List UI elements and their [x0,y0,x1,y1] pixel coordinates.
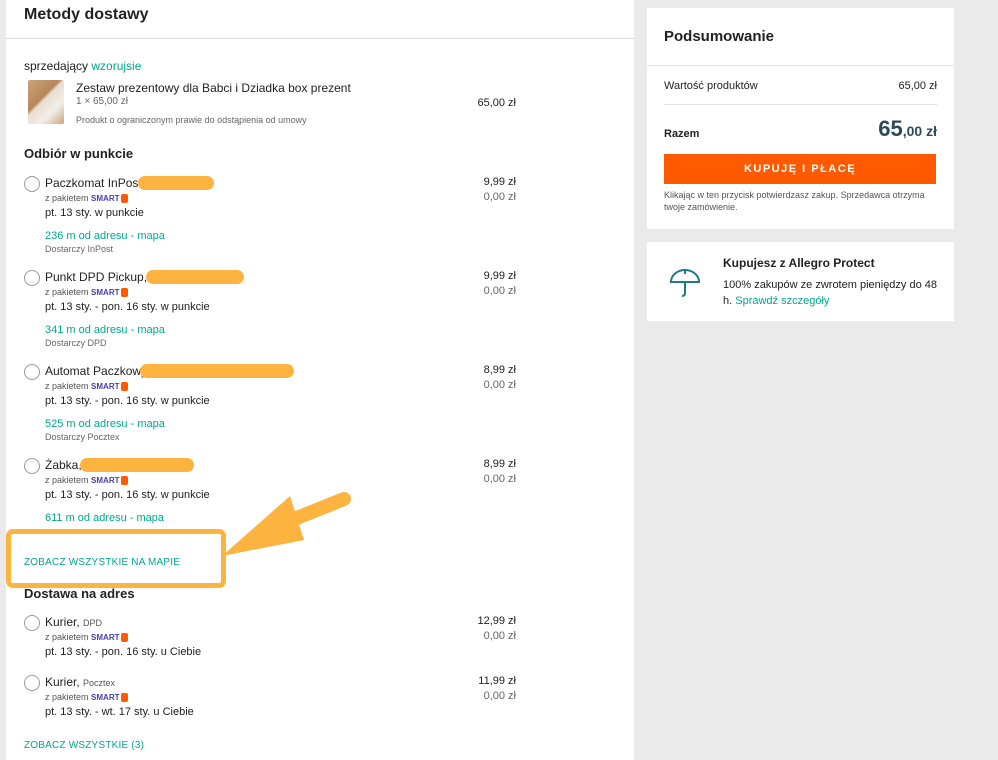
redaction-mark [80,458,194,472]
seller-link[interactable]: wzorujsie [91,59,141,73]
smart-badge: z pakietem SMART [45,692,128,703]
map-link[interactable]: 611 m od adresu - mapa [45,512,164,524]
option-price: 8,99 zł [483,458,516,470]
option-price: 9,99 zł [483,270,516,282]
radio-button[interactable] [24,270,40,286]
protect-text: 100% zakupów ze zwrotem pieniędzy do 48 … [723,279,938,307]
summary-title: Podsumowanie [664,28,775,45]
option-name: Paczkomat InPost, [45,176,146,190]
smart-badge: z pakietem SMART [45,193,128,204]
address-heading: Dostawa na adres [24,586,135,601]
product-note: Produkt o ograniczonym prawie do odstąpi… [76,115,307,125]
smart-icon [120,194,128,204]
product-thumbnail[interactable] [28,80,64,124]
option-date: pt. 13 sty. - pon. 16 sty. w punkcie [45,301,210,313]
option-smart-price: 0,00 zł [483,630,516,642]
option-price: 8,99 zł [483,364,516,376]
option-date: pt. 13 sty. - pon. 16 sty. u Ciebie [45,646,202,658]
redaction-mark [146,270,244,284]
smart-icon [120,288,128,298]
option-smart-price: 0,00 zł [483,473,516,485]
map-link[interactable]: 341 m od adresu - mapa [45,324,165,336]
buy-note: Klikając w ten przycisk potwierdzasz zak… [664,190,925,212]
option-name: Kurier, Pocztex [45,675,116,689]
product-name[interactable]: Zestaw prezentowy dla Babci i Dziadka bo… [76,81,351,95]
map-link[interactable]: 236 m od adresu - mapa [45,230,165,242]
see-all-link[interactable]: ZOBACZ WSZYSTKIE (3) [24,740,144,751]
total-value: 65,00 zł [878,116,937,141]
smart-badge: z pakietem SMART [45,381,128,392]
option-name: Kurier, DPD [45,615,103,629]
option-smart-price: 0,00 zł [483,285,516,297]
radio-button[interactable] [24,364,40,380]
option-smart-price: 0,00 zł [483,191,516,203]
redaction-mark [138,176,214,190]
map-link[interactable]: 525 m od adresu - mapa [45,418,165,430]
option-price: 11,99 zł [478,675,516,687]
option-name: Automat Paczkowy, [45,364,150,378]
smart-icon [120,633,128,643]
option-date: pt. 13 sty. - wt. 17 sty. u Ciebie [45,706,194,718]
summary-card: Podsumowanie Wartość produktów 65,00 zł … [647,8,954,229]
smart-icon [120,382,128,392]
option-provider: Dostarczy InPost [45,244,114,254]
option-date: pt. 13 sty. - pon. 16 sty. w punkcie [45,395,210,407]
seller-prefix: sprzedający [24,59,89,73]
delivery-methods-panel: Metody dostawy sprzedający wzorujsie Zes… [6,0,634,760]
allegro-protect-card: Kupujesz z Allegro Protect 100% zakupów … [647,242,954,321]
smart-icon [120,476,128,486]
divider [647,65,954,66]
option-date: pt. 13 sty. - pon. 16 sty. w punkcie [45,489,210,501]
radio-button[interactable] [24,176,40,192]
option-price: 12,99 zł [477,615,516,627]
radio-button[interactable] [24,675,40,691]
radio-button[interactable] [24,615,40,631]
buy-and-pay-button[interactable]: KUPUJĘ I PŁACĘ [664,154,936,184]
product-quantity: 1 × 65,00 zł [76,96,128,107]
option-smart-price: 0,00 zł [483,379,516,391]
option-smart-price: 0,00 zł [483,690,516,702]
seller-line: sprzedający wzorujsie [24,59,141,73]
divider [6,38,634,39]
pickup-heading: Odbiór w punkcie [24,146,134,161]
product-price: 65,00 zł [477,97,516,109]
smart-badge: z pakietem SMART [45,632,128,643]
protect-title: Kupujesz z Allegro Protect [723,256,875,270]
smart-icon [120,693,128,703]
details-link[interactable]: Sprawdź szczegóły [735,295,829,307]
option-provider: Dostarczy DPD [45,338,107,348]
umbrella-icon [669,269,701,297]
page-title: Metody dostawy [24,6,149,23]
smart-badge: z pakietem SMART [45,475,128,486]
option-provider: Dostarczy Pocztex [45,432,120,442]
radio-button[interactable] [24,458,40,474]
option-name: Punkt DPD Pickup, Bo [45,270,161,284]
redaction-mark [140,364,294,378]
option-name: Żabka, [45,458,82,472]
products-value-label: Wartość produktów [664,80,758,92]
option-price: 9,99 zł [483,176,516,188]
see-all-on-map-link[interactable]: ZOBACZ WSZYSTKIE NA MAPIE [24,557,180,568]
products-value: 65,00 zł [898,80,937,92]
divider [664,104,937,105]
smart-badge: z pakietem SMART [45,287,128,298]
total-label: Razem [664,128,700,140]
option-date: pt. 13 sty. w punkcie [45,207,144,219]
